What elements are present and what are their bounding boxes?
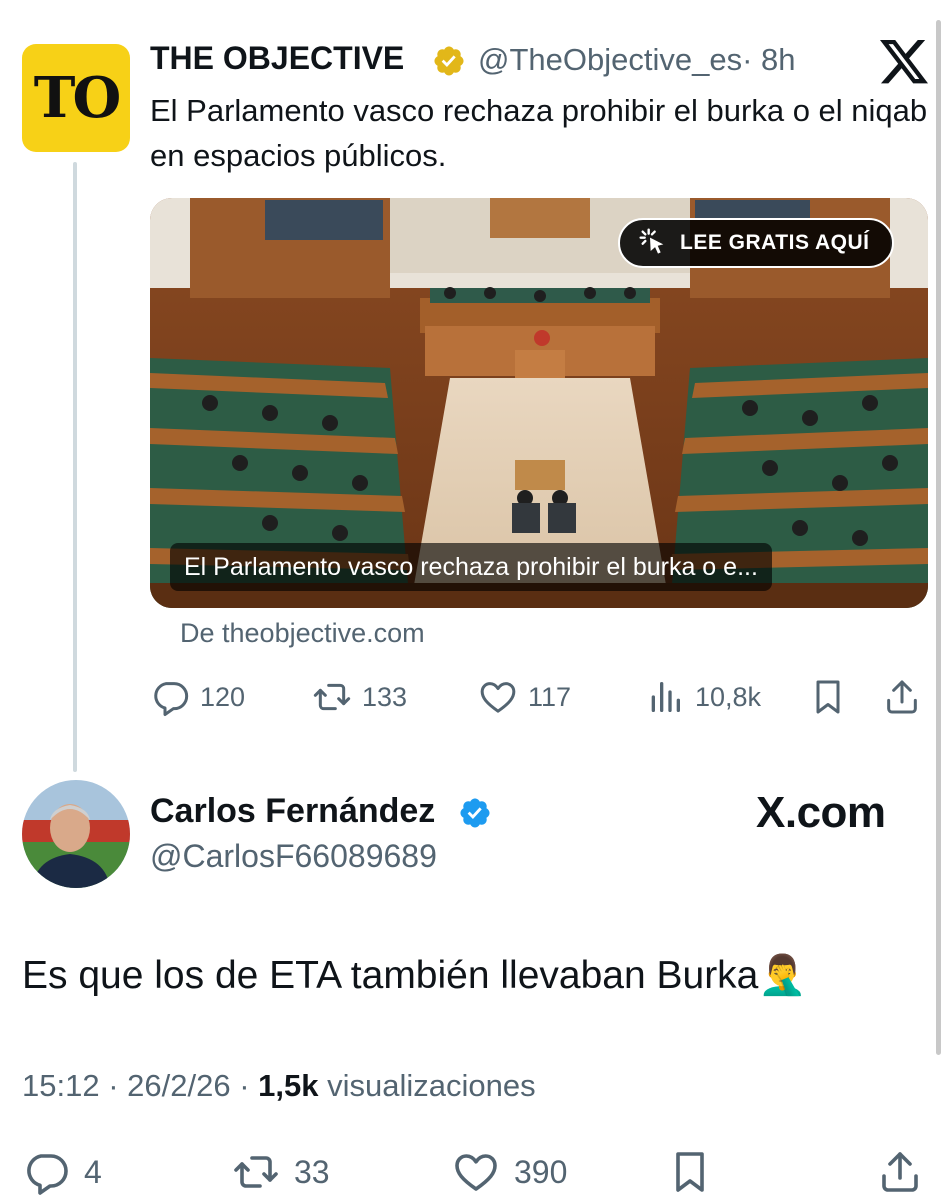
thread-line bbox=[73, 162, 77, 772]
repost-icon bbox=[234, 1156, 278, 1188]
reply-action-bottom[interactable]: 4 bbox=[22, 1148, 102, 1196]
like-count: 117 bbox=[528, 681, 572, 712]
reply-author-name[interactable]: Carlos Fernández bbox=[150, 792, 435, 831]
read-free-button[interactable]: LEE GRATIS AQUÍ bbox=[618, 218, 894, 268]
quoted-time: · 8h bbox=[742, 42, 796, 77]
like-count-bottom: 390 bbox=[514, 1153, 568, 1190]
blue-verified-icon bbox=[460, 798, 490, 828]
xcom-watermark: X.com bbox=[756, 788, 886, 837]
tweet-date[interactable]: 26/2/26 bbox=[127, 1068, 230, 1103]
views-count: 10,8k bbox=[695, 681, 762, 712]
bookmark-action[interactable] bbox=[808, 675, 848, 719]
bookmark-action-bottom[interactable] bbox=[666, 1148, 714, 1196]
tweet-time[interactable]: 15:12 bbox=[22, 1068, 100, 1103]
repost-action-bottom[interactable]: 33 bbox=[232, 1148, 330, 1196]
card-source[interactable]: De theobjective.com bbox=[180, 618, 425, 649]
reply-handle[interactable]: @CarlosF66089689 bbox=[150, 838, 437, 875]
like-action-bottom[interactable]: 390 bbox=[452, 1148, 567, 1196]
reply-text-body: Es que los de ETA también llevaban Burka bbox=[22, 954, 759, 997]
tweet-meta: 15:12 · 26/2/26 · 1,5k visualizaciones bbox=[22, 1068, 536, 1103]
facepalm-emoji: 🤦‍♂️ bbox=[758, 954, 807, 997]
cursor-click-icon bbox=[639, 228, 664, 254]
card-caption: El Parlamento vasco rechaza prohibir el … bbox=[170, 543, 772, 591]
share-action-bottom[interactable] bbox=[876, 1148, 924, 1196]
views-label: visualizaciones bbox=[327, 1068, 536, 1103]
reply-tweet-text: Es que los de ETA también llevaban Burka… bbox=[22, 952, 807, 998]
read-free-label: LEE GRATIS AQUÍ bbox=[680, 231, 870, 254]
views-total: 1,5k bbox=[258, 1068, 319, 1103]
x-logo-icon bbox=[880, 40, 928, 84]
share-icon bbox=[882, 1152, 918, 1192]
reply-icon bbox=[27, 1154, 68, 1195]
scrollbar[interactable] bbox=[936, 20, 941, 1055]
views-action[interactable]: 10,8k bbox=[645, 675, 761, 719]
like-action[interactable]: 117 bbox=[478, 675, 571, 719]
reply-action[interactable]: 120 bbox=[150, 675, 245, 719]
reply-icon bbox=[154, 682, 189, 716]
avatar[interactable] bbox=[22, 780, 130, 888]
bookmark-icon bbox=[816, 680, 840, 714]
quoted-handle[interactable]: @TheObjective_es bbox=[478, 42, 742, 77]
quoted-tweet-text: El Parlamento vasco rechaza prohibir el … bbox=[150, 93, 928, 173]
quoted-handle-and-time[interactable]: @TheObjective_es· 8h bbox=[478, 42, 796, 78]
bookmark-icon bbox=[676, 1152, 704, 1192]
quoted-account-name[interactable]: THE OBJECTIVE bbox=[150, 40, 404, 77]
share-icon bbox=[887, 680, 917, 714]
reply-count: 120 bbox=[200, 681, 246, 712]
reply-count-bottom: 4 bbox=[84, 1153, 102, 1190]
the-objective-logo[interactable]: TO bbox=[22, 44, 130, 152]
like-icon bbox=[480, 682, 516, 713]
avatar-photo bbox=[22, 780, 130, 888]
repost-icon bbox=[313, 683, 351, 711]
gold-verified-icon bbox=[434, 46, 464, 76]
share-action[interactable] bbox=[882, 675, 922, 719]
repost-count-bottom: 33 bbox=[294, 1153, 330, 1190]
views-icon bbox=[651, 682, 680, 712]
repost-action[interactable]: 133 bbox=[312, 675, 407, 719]
like-icon bbox=[455, 1154, 497, 1191]
repost-count: 133 bbox=[362, 681, 408, 712]
